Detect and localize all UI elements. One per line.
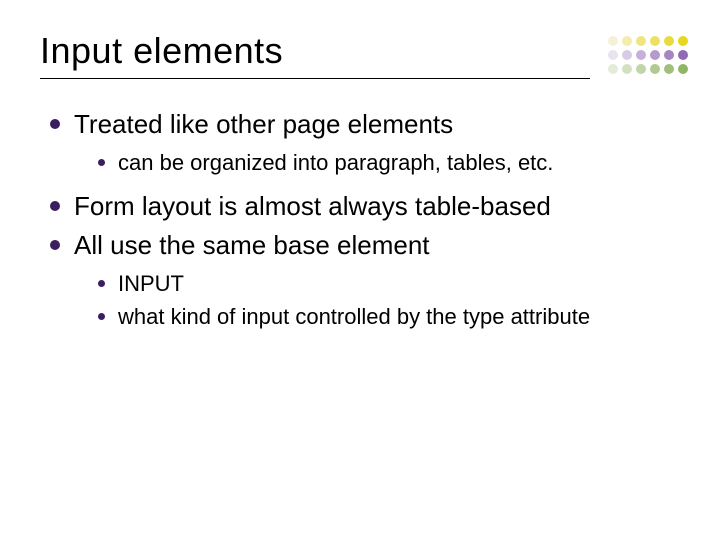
decor-dot [650,36,660,46]
decor-dot [678,64,688,74]
decor-dot [608,50,618,60]
sub-bullet-text: what kind of input controlled by the typ… [118,304,590,329]
decor-dot [636,50,646,60]
decor-dot [636,64,646,74]
sub-bullet-list: can be organized into paragraph, tables,… [94,148,680,179]
bullet-text: All use the same base element [74,230,430,260]
sub-bullet-item: what kind of input controlled by the typ… [94,302,680,333]
slide: Input elements Treated like other page e… [0,0,720,540]
decor-dot [622,64,632,74]
bullet-item: Form layout is almost always table-based [46,189,680,224]
decor-dot [678,50,688,60]
decor-dot [650,50,660,60]
bullet-item: Treated like other page elements can be o… [46,107,680,179]
sub-bullet-list: INPUT what kind of input controlled by th… [94,269,680,333]
sub-bullet-text: INPUT [118,271,184,296]
sub-bullet-item: INPUT [94,269,680,300]
decor-dot [664,64,674,74]
bullet-text: Treated like other page elements [74,109,453,139]
decor-dot [664,36,674,46]
decor-dot [622,36,632,46]
bullet-text: Form layout is almost always table-based [74,191,551,221]
decor-dot [608,64,618,74]
decor-dot [636,36,646,46]
title-underline: Input elements [40,30,590,79]
sub-bullet-text: can be organized into paragraph, tables,… [118,150,553,175]
sub-bullet-item: can be organized into paragraph, tables,… [94,148,680,179]
decor-dot [650,64,660,74]
decor-dot [678,36,688,46]
decor-dot [608,36,618,46]
decor-dot [664,50,674,60]
bullet-list: Treated like other page elements can be o… [46,107,680,333]
decor-dot [622,50,632,60]
slide-title: Input elements [40,30,590,72]
bullet-item: All use the same base element INPUT what k… [46,228,680,333]
decorative-dot-grid [608,36,690,76]
